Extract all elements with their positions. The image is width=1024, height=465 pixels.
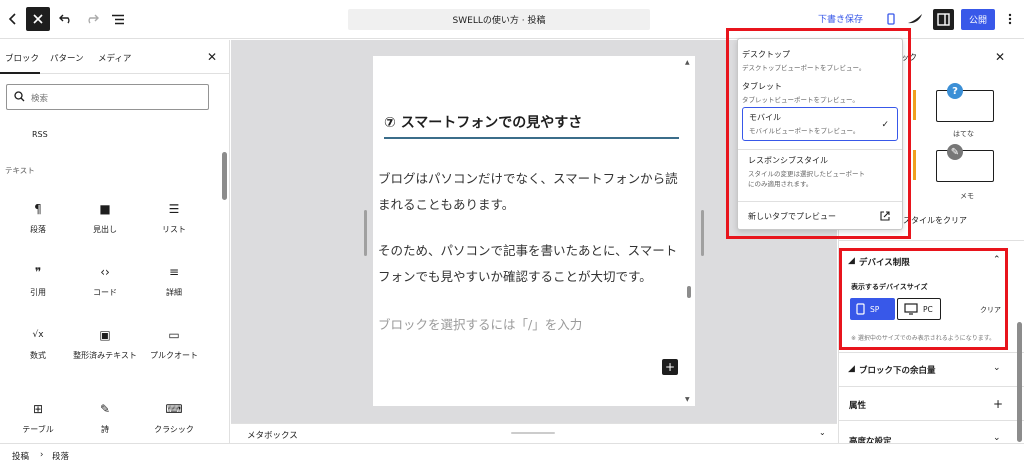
keyboard-icon: ⌨ xyxy=(165,402,183,416)
style-option-edge xyxy=(913,150,916,180)
style-option-hatena[interactable] xyxy=(936,90,994,122)
block-pullquote[interactable]: ▭ プルクオート xyxy=(142,326,206,374)
tab-patterns[interactable]: パターン xyxy=(50,52,84,64)
highlight-preview-menu xyxy=(726,28,911,239)
document-overview-icon[interactable] xyxy=(107,8,129,30)
back-icon[interactable] xyxy=(2,8,24,30)
redo-icon[interactable] xyxy=(81,8,103,30)
question-icon: ? xyxy=(947,83,963,99)
quote-icon: ❞ xyxy=(34,265,42,279)
add-block-button[interactable]: + xyxy=(662,359,678,375)
block-code[interactable]: ‹› コード xyxy=(73,263,137,311)
code-icon: ‹› xyxy=(100,265,110,279)
close-inserter-button[interactable] xyxy=(26,7,50,31)
attributes-panel[interactable]: 属性 + xyxy=(839,386,1024,420)
chevron-down-icon[interactable]: ⌄ xyxy=(993,363,1001,373)
resize-handle-right[interactable] xyxy=(701,210,704,256)
resize-handle-left[interactable] xyxy=(364,210,367,256)
paragraph-block[interactable]: ブログはパソコンだけでなく、スマートフォンから読まれることもあります。 xyxy=(378,166,684,218)
block-preformatted[interactable]: ▣ 整形済みテキスト xyxy=(73,326,137,374)
style-label-hatena: はてな xyxy=(953,130,974,138)
breadcrumb-post[interactable]: 投稿 xyxy=(12,450,29,462)
breadcrumb: 投稿 › 段落 xyxy=(0,443,1024,465)
tab-blocks[interactable]: ブロック xyxy=(5,52,39,64)
bookmark-icon: ■ xyxy=(99,202,111,216)
inserter-tabs: ブロック パターン メディア ✕ xyxy=(0,40,229,74)
category-label: テキスト xyxy=(5,166,35,175)
inserter-scrollbar[interactable] xyxy=(222,152,227,200)
pullquote-icon: ▭ xyxy=(168,328,180,342)
block-table[interactable]: ⊞ テーブル xyxy=(6,400,70,443)
paragraph-icon: ¶ xyxy=(34,202,42,216)
page-scrollbar[interactable] xyxy=(687,286,691,298)
list-icon: ☰ xyxy=(168,202,180,216)
block-paragraph[interactable]: ¶ 段落 xyxy=(6,200,70,248)
table-icon: ⊞ xyxy=(32,402,44,416)
swell-logo-icon[interactable] xyxy=(904,8,926,30)
style-option-memo[interactable] xyxy=(936,150,994,182)
block-search-input[interactable]: 検索 xyxy=(6,84,209,110)
breadcrumb-separator-icon: › xyxy=(40,450,44,460)
plus-icon[interactable]: + xyxy=(993,397,1003,411)
swell-logo-icon: ◢ xyxy=(848,364,855,374)
publish-button[interactable]: 公開 xyxy=(961,9,995,30)
block-details[interactable]: ≡ 詳細 xyxy=(142,263,206,311)
empty-block-placeholder[interactable]: ブロックを選択するには「/」を入力 xyxy=(378,314,582,333)
paragraph-block[interactable]: そのため、パソコンで記事を書いたあとに、スマートフォンでも見やすいか確認すること… xyxy=(378,238,684,290)
scroll-up-icon[interactable]: ▲ xyxy=(685,59,690,66)
close-icon[interactable]: ✕ xyxy=(207,50,217,64)
feather-icon: ✎ xyxy=(99,402,111,416)
chevron-down-icon[interactable]: ⌄ xyxy=(993,433,1001,443)
block-math[interactable]: √x 数式 xyxy=(6,326,70,374)
document-title-bar[interactable]: SWELLの使い方 · 投稿 xyxy=(348,9,650,30)
block-verse[interactable]: ✎ 詩 xyxy=(73,400,137,443)
mobile-preview-page: ⑦ スマートフォンでの見やすさ ブログはパソコンだけでなく、スマートフォンから読… xyxy=(373,56,695,406)
preformatted-icon: ▣ xyxy=(99,328,111,342)
style-label-memo: メモ xyxy=(960,192,974,200)
pencil-icon: ✎ xyxy=(947,144,963,160)
mobile-preview-icon[interactable] xyxy=(880,8,902,30)
block-heading[interactable]: ■ 見出し xyxy=(73,200,137,248)
block-rss[interactable]: RSS xyxy=(32,130,48,139)
highlight-device-panel xyxy=(839,248,1008,350)
math-icon: √x xyxy=(32,330,44,340)
search-icon xyxy=(14,91,25,102)
settings-toggle-button[interactable] xyxy=(933,9,954,30)
settings-scrollbar[interactable] xyxy=(1017,322,1022,442)
metabox-label: メタボックス xyxy=(247,431,298,441)
scroll-down-icon[interactable]: ▼ xyxy=(685,396,690,403)
clear-style-button[interactable]: スタイルをクリア xyxy=(903,215,967,226)
details-icon: ≡ xyxy=(168,265,180,279)
metabox-bar[interactable]: メタボックス ⌄ xyxy=(231,423,837,443)
close-icon[interactable]: ✕ xyxy=(995,50,1005,64)
block-classic[interactable]: ⌨ クラシック xyxy=(142,400,206,443)
advanced-panel[interactable]: 高度な設定 ⌄ xyxy=(839,420,1024,443)
style-option-edge xyxy=(913,90,916,120)
chevron-down-icon[interactable]: ⌄ xyxy=(819,428,826,437)
block-inserter-panel: ブロック パターン メディア ✕ 検索 RSS テキスト ¶ 段落 ■ 見出し … xyxy=(0,40,230,443)
undo-icon[interactable] xyxy=(55,8,77,30)
active-tab-indicator xyxy=(0,72,40,74)
search-placeholder: 検索 xyxy=(31,94,49,104)
more-options-icon[interactable] xyxy=(999,8,1021,30)
tab-media[interactable]: メディア xyxy=(98,52,131,64)
breadcrumb-paragraph[interactable]: 段落 xyxy=(52,450,69,462)
save-draft-button[interactable]: 下書き保存 xyxy=(818,12,863,25)
post-heading[interactable]: ⑦ スマートフォンでの見やすさ xyxy=(384,112,679,139)
metabox-resize-grip[interactable] xyxy=(511,432,555,434)
block-quote[interactable]: ❞ 引用 xyxy=(6,263,70,311)
block-margin-panel[interactable]: ◢ ブロック下の余白量 ⌄ xyxy=(839,352,1024,386)
block-list[interactable]: ☰ リスト xyxy=(142,200,206,248)
